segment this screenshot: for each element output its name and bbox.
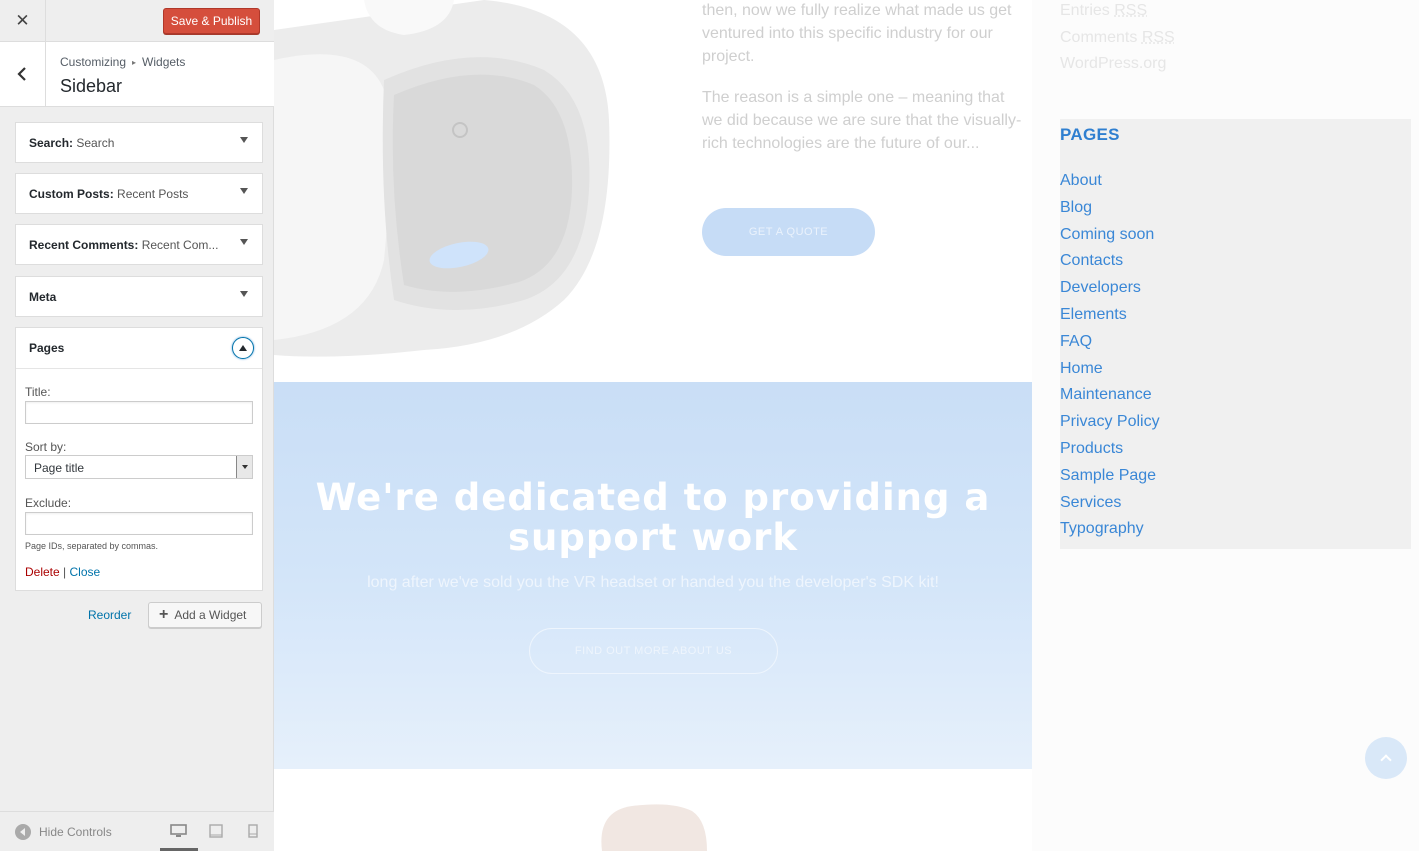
hero-title: We're dedicated to providing a support w… xyxy=(315,476,991,559)
page-link-typography[interactable]: Typography xyxy=(1060,516,1160,543)
page-link-maintenance[interactable]: Maintenance xyxy=(1060,382,1160,409)
page-link-products[interactable]: Products xyxy=(1060,436,1160,463)
sort-by-label: Sort by: xyxy=(25,440,67,454)
customizer-footer: Hide Controls xyxy=(0,811,274,851)
back-button[interactable] xyxy=(0,42,46,106)
widget-pages-header[interactable]: Pages xyxy=(16,328,262,369)
reorder-link[interactable]: Reorder xyxy=(88,608,131,622)
collapse-widget-button[interactable] xyxy=(232,337,254,359)
product-image xyxy=(601,804,707,851)
page-link-elements[interactable]: Elements xyxy=(1060,302,1160,329)
action-separator: | xyxy=(63,565,67,579)
hide-controls-label: Hide Controls xyxy=(39,825,112,839)
delete-link[interactable]: Delete xyxy=(25,565,60,579)
meta-link-wordpress[interactable]: WordPress.org xyxy=(1060,51,1175,78)
widget-custom-posts[interactable]: Custom Posts: Recent Posts xyxy=(15,173,263,214)
page-link-blog[interactable]: Blog xyxy=(1060,195,1160,222)
exclude-label: Exclude: xyxy=(25,496,72,510)
arrow-up-icon xyxy=(1380,754,1392,766)
chevron-down-icon xyxy=(241,465,248,469)
vr-headset-image xyxy=(274,0,610,357)
sort-by-value: Page title xyxy=(34,461,85,475)
widget-title: Recent Comments: Recent Com... xyxy=(29,238,219,252)
widget-title: Custom Posts: Recent Posts xyxy=(29,187,189,201)
widget-meta[interactable]: Meta xyxy=(15,276,263,317)
meta-link-entries[interactable]: Entries RSS xyxy=(1060,0,1175,25)
hero-section: We're dedicated to providing a support w… xyxy=(274,382,1032,769)
desktop-icon[interactable] xyxy=(170,824,187,838)
widget-title: Pages xyxy=(29,341,65,355)
site-preview: then, now we fully realize what made us … xyxy=(274,0,1419,851)
breadcrumb-separator: ▸ xyxy=(132,57,137,67)
chevron-down-icon[interactable] xyxy=(240,188,248,194)
meta-links: Entries RSS Comments RSS WordPress.org xyxy=(1060,0,1175,78)
page-link-sample-page[interactable]: Sample Page xyxy=(1060,463,1160,490)
chevron-left-icon xyxy=(16,67,26,81)
widget-title: Meta xyxy=(29,290,57,304)
title-label: Title: xyxy=(25,385,51,399)
chevron-down-icon[interactable] xyxy=(240,137,248,143)
widget-title: Search: Search xyxy=(29,136,115,150)
intro-paragraph: then, now we fully realize what made us … xyxy=(702,2,1012,65)
page-link-coming-soon[interactable]: Coming soon xyxy=(1060,222,1160,249)
get-a-quote-button[interactable]: GET A QUOTE xyxy=(702,208,875,256)
page-link-about[interactable]: About xyxy=(1060,168,1160,195)
close-customizer-button[interactable]: ✕ xyxy=(0,0,46,41)
breadcrumb-widgets: Widgets xyxy=(142,55,186,69)
select-dropdown-button[interactable] xyxy=(236,456,252,478)
plus-icon: + xyxy=(159,606,169,623)
widget-pages: Pages Title: Sort by: Page title Exclude… xyxy=(15,327,263,591)
mobile-icon[interactable] xyxy=(248,824,258,838)
page-link-contacts[interactable]: Contacts xyxy=(1060,248,1160,275)
content-area: then, now we fully realize what made us … xyxy=(274,0,1032,382)
scroll-to-top-button[interactable] xyxy=(1365,737,1407,779)
hero-subtitle: long after we've sold you the VR headset… xyxy=(367,574,939,591)
add-widget-label: Add a Widget xyxy=(174,608,247,622)
exclude-hint: Page IDs, separated by commas. xyxy=(25,541,159,551)
widget-search[interactable]: Search: Search xyxy=(15,122,263,163)
hide-controls-button[interactable]: Hide Controls xyxy=(15,824,112,840)
breadcrumb: Customizing ▸ Widgets xyxy=(60,55,185,69)
widget-recent-comments[interactable]: Recent Comments: Recent Com... xyxy=(15,224,263,265)
page-link-home[interactable]: Home xyxy=(1060,356,1160,383)
page-link-developers[interactable]: Developers xyxy=(1060,275,1160,302)
sort-by-select[interactable]: Page title xyxy=(25,455,253,479)
widget-actions: Delete | Close xyxy=(25,565,100,579)
close-link[interactable]: Close xyxy=(70,565,101,579)
customizer-header: ✕ Save & Publish xyxy=(0,0,274,42)
pages-list: About Blog Coming soon Contacts Develope… xyxy=(1060,168,1160,543)
chevron-down-icon[interactable] xyxy=(240,239,248,245)
page-link-privacy-policy[interactable]: Privacy Policy xyxy=(1060,409,1160,436)
title-input[interactable] xyxy=(25,401,253,424)
pages-heading: PAGES xyxy=(1060,125,1120,144)
meta-link-comments[interactable]: Comments RSS xyxy=(1060,25,1175,52)
tablet-icon[interactable] xyxy=(209,824,223,838)
customizer-panel: ✕ Save & Publish Customizing ▸ Widgets S… xyxy=(0,0,274,851)
intro-text: then, now we fully realize what made us … xyxy=(702,0,1022,173)
find-out-more-button[interactable]: FIND OUT MORE ABOUT US xyxy=(529,628,778,674)
section-title: Sidebar xyxy=(60,76,123,96)
collapse-arrow-icon xyxy=(15,824,31,840)
close-icon: ✕ xyxy=(15,10,30,30)
chevron-down-icon[interactable] xyxy=(240,291,248,297)
page-link-services[interactable]: Services xyxy=(1060,490,1160,517)
section-header: Customizing ▸ Widgets Sidebar xyxy=(0,42,274,107)
page-link-faq[interactable]: FAQ xyxy=(1060,329,1160,356)
add-widget-button[interactable]: + Add a Widget xyxy=(148,602,262,628)
breadcrumb-customizing: Customizing xyxy=(60,55,127,69)
exclude-input[interactable] xyxy=(25,512,253,535)
chevron-up-icon xyxy=(239,345,247,351)
save-publish-button[interactable]: Save & Publish xyxy=(163,8,260,34)
intro-paragraph: The reason is a simple one – meaning tha… xyxy=(702,89,1022,152)
pages-widget-preview: PAGES About Blog Coming soon Contacts De… xyxy=(1060,119,1411,549)
